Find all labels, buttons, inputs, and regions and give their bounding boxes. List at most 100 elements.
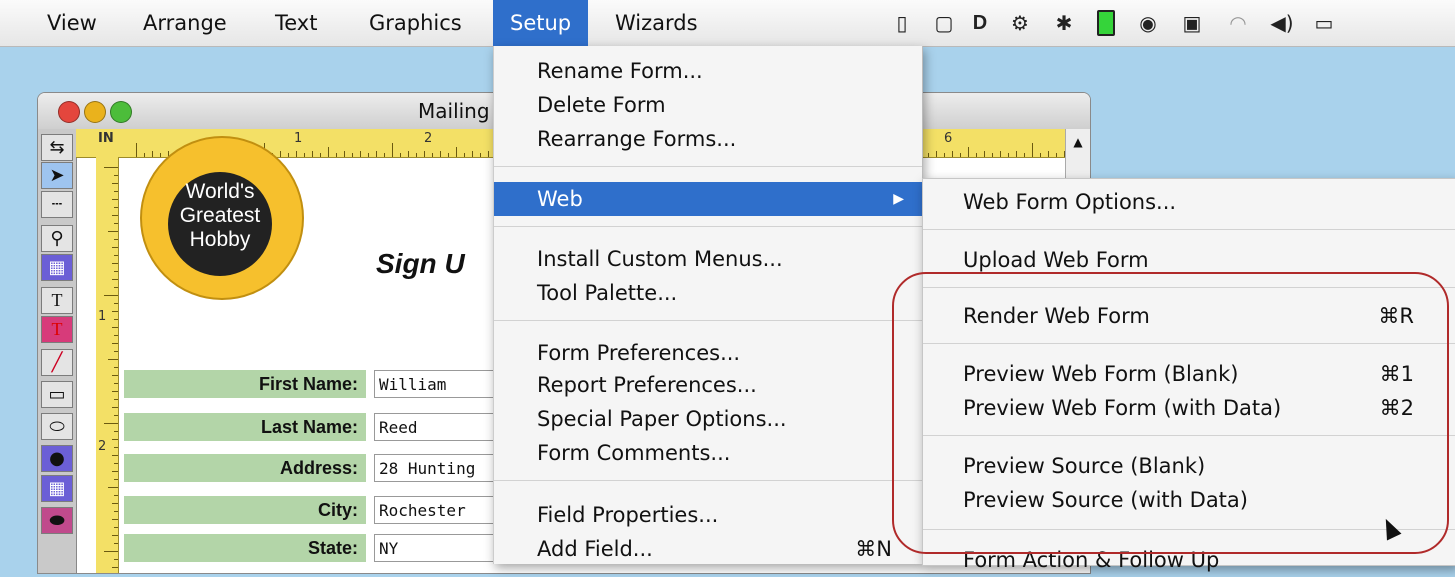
ruler-tick (280, 151, 281, 157)
logo-line: Greatest (179, 204, 261, 227)
menu-item-delete-form[interactable]: Delete Form (494, 88, 922, 122)
matrix-tool-icon[interactable]: ▦ (41, 475, 73, 502)
power-icon[interactable]: ▭ (1312, 11, 1336, 35)
text-color-tool-icon[interactable]: T (41, 316, 73, 343)
menu-item-render-web-form[interactable]: Render Web Form ⌘R (923, 299, 1455, 333)
button-tool-icon[interactable]: ⬬ (41, 507, 73, 534)
menu-item-rearrange-forms[interactable]: Rearrange Forms... (494, 122, 922, 156)
menu-item-preview-source-blank[interactable]: Preview Source (Blank) (923, 449, 1455, 483)
ruler-tick (968, 147, 969, 157)
ruler-tick (112, 375, 118, 376)
ruler-tick (114, 463, 118, 464)
globe-icon[interactable]: ◉ (1136, 11, 1160, 35)
menu-item-form-comments[interactable]: Form Comments... (494, 436, 922, 470)
menu-item-rename-form[interactable]: Rename Form... (494, 54, 922, 88)
menu-separator (923, 229, 1455, 230)
menu-separator (494, 480, 922, 481)
menu-text[interactable]: Text (258, 0, 334, 46)
menu-item-special-paper-options[interactable]: Special Paper Options... (494, 402, 922, 436)
field-label: Address: (124, 454, 366, 482)
volume-icon[interactable]: ◀) (1270, 11, 1294, 35)
menu-item-preview-web-form-blank[interactable]: Preview Web Form (Blank) ⌘1 (923, 357, 1455, 391)
rectangle-tool-icon[interactable]: ▭ (41, 381, 73, 408)
menu-setup[interactable]: Setup (493, 0, 589, 46)
menu-item-label: Preview Web Form (Blank) (963, 362, 1239, 386)
address-field[interactable]: 28 Hunting (374, 454, 504, 482)
ruler-tick (112, 407, 118, 408)
ruler-tick (1056, 153, 1057, 157)
ruler-tick (336, 153, 337, 157)
zoom-button[interactable] (110, 101, 132, 123)
close-button[interactable] (58, 101, 80, 123)
wifi-icon[interactable]: ◠ (1226, 11, 1250, 35)
city-field[interactable]: Rochester (374, 496, 504, 524)
menu-arrange[interactable]: Arrange (126, 0, 244, 46)
last-name-field[interactable]: Reed (374, 413, 504, 441)
data-field-tool-icon[interactable]: ▦ (41, 254, 73, 281)
window-icon[interactable]: ▣ (1180, 11, 1204, 35)
ruler-tick (352, 153, 353, 157)
magnify-tool-icon[interactable]: ⚲ (41, 225, 73, 252)
menu-graphics[interactable]: Graphics (352, 0, 479, 46)
field-row-city: City: Rochester (124, 496, 504, 524)
menu-item-upload-web-form[interactable]: Upload Web Form (923, 243, 1455, 277)
menu-item-field-properties[interactable]: Field Properties... (494, 498, 922, 532)
ipod-icon[interactable]: ▯ (890, 11, 914, 35)
menu-item-tool-palette[interactable]: Tool Palette... (494, 276, 922, 310)
state-field[interactable]: NY (374, 534, 504, 562)
menu-item-form-action-follow-up[interactable]: Form Action & Follow Up (923, 543, 1455, 577)
ruler-tick (320, 153, 321, 157)
battery-icon[interactable] (1094, 10, 1118, 36)
ruler-tick (108, 231, 118, 232)
ruler-tick (112, 567, 118, 568)
menu-view[interactable]: View (30, 0, 114, 46)
ruler-tick (104, 551, 118, 552)
hobby-logo: World's Greatest Hobby (140, 136, 304, 300)
oval-tool-icon[interactable]: ⬭ (41, 413, 73, 440)
ruler-tick (368, 153, 369, 157)
ruler-tick (312, 151, 313, 157)
ruler-tick (440, 151, 441, 157)
hand-tool-icon[interactable]: ⇆ (41, 134, 73, 161)
gears-icon[interactable]: ⚙ (1008, 11, 1032, 35)
menu-item-preview-source-with-data[interactable]: Preview Source (with Data) (923, 483, 1455, 517)
menu-wizards[interactable]: Wizards (598, 0, 715, 46)
clipboard-icon[interactable]: ▢ (932, 11, 956, 35)
first-name-field[interactable]: William (374, 370, 504, 398)
pointer-tool-icon[interactable]: ➤ (41, 162, 73, 189)
menu-item-preview-web-form-with-data[interactable]: Preview Web Form (with Data) ⌘2 (923, 391, 1455, 425)
ruler-tick (296, 151, 297, 157)
menu-separator (923, 435, 1455, 436)
ruler-tick (160, 153, 161, 157)
ruler-number: 6 (944, 131, 953, 146)
ruler-tool-icon[interactable]: ┄ (41, 191, 73, 218)
menu-item-form-preferences[interactable]: Form Preferences... (494, 336, 922, 370)
flash-tool-icon[interactable]: ● (41, 445, 73, 472)
ruler-tick (112, 263, 118, 264)
paw-icon[interactable]: ✱ (1052, 11, 1076, 35)
minimize-button[interactable] (84, 101, 106, 123)
text-tool-icon[interactable]: T (41, 287, 73, 314)
line-tool-icon[interactable]: ╱ (41, 349, 73, 376)
logo-line: World's (185, 180, 255, 203)
ruler-tick (344, 151, 345, 157)
scroll-up-arrow-icon[interactable]: ▲ (1066, 135, 1090, 149)
ruler-tick (1008, 153, 1009, 157)
menu-item-web[interactable]: Web ▶ (494, 182, 922, 216)
ruler-tick (464, 153, 465, 157)
ruler-tick (108, 359, 118, 360)
ruler-tick (112, 247, 118, 248)
ruler-tick (112, 343, 118, 344)
menu-item-report-preferences[interactable]: Report Preferences... (494, 368, 922, 402)
ruler-tick (1024, 153, 1025, 157)
ruler-tick (952, 151, 953, 157)
web-submenu: Web Form Options... Upload Web Form Rend… (922, 178, 1455, 572)
ruler-tick (112, 327, 118, 328)
d-icon[interactable]: D (968, 11, 992, 35)
menu-item-add-field[interactable]: Add Field... ⌘N (494, 532, 922, 566)
ruler-tick (416, 153, 417, 157)
menu-item-web-form-options[interactable]: Web Form Options... (923, 185, 1455, 219)
menu-item-install-custom-menus[interactable]: Install Custom Menus... (494, 242, 922, 276)
ruler-tick (114, 191, 118, 192)
ruler-tick (114, 207, 118, 208)
